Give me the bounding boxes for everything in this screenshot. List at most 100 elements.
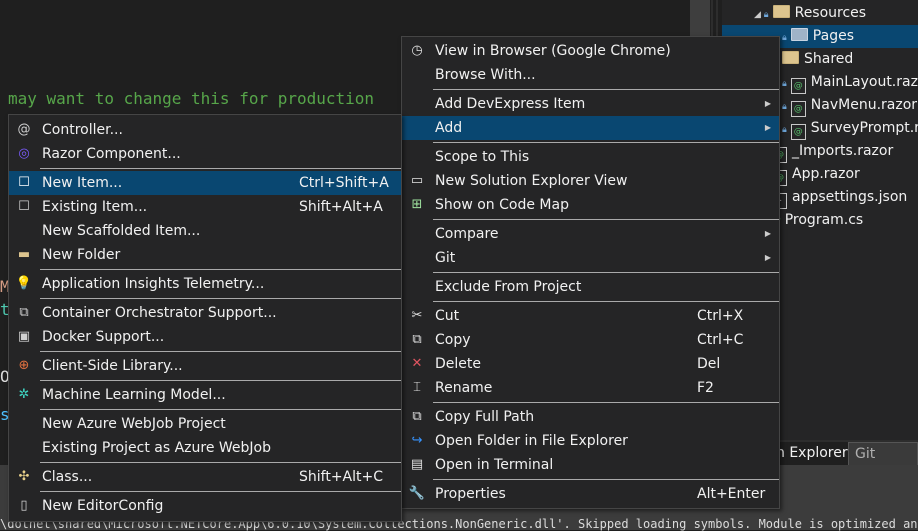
menu-item-scope-to-this[interactable]: Scope to This: [402, 145, 779, 169]
menu-item-cut[interactable]: ✂ Cut Ctrl+X: [402, 304, 779, 328]
menu-item-label: Copy Full Path: [435, 409, 535, 425]
menu-item-copy[interactable]: ⧉ Copy Ctrl+C: [402, 328, 779, 352]
menu-item-docker-support[interactable]: ▣ Docker Support...: [9, 325, 401, 349]
menu-item-open-folder-in-file-explorer[interactable]: ↪ Open Folder in File Explorer: [402, 429, 779, 453]
tab-git-changes[interactable]: Git Chang: [848, 442, 918, 484]
submenu-arrow-icon: ▶: [764, 229, 771, 238]
menu-item-label: Git: [435, 250, 456, 266]
menu-item-label: New EditorConfig: [42, 498, 164, 514]
tab-solution-explorer[interactable]: n Explorer: [770, 442, 854, 465]
menu-separator: [433, 219, 779, 220]
menu-item-class[interactable]: ✣ Class... Shift+Alt+C: [9, 465, 401, 489]
menu-item-exclude-from-project[interactable]: Exclude From Project: [402, 275, 779, 299]
tree-item-imports-razor[interactable]: @_Imports.razor: [772, 140, 893, 163]
client-library-icon: ⊕: [18, 358, 30, 373]
menu-item-label: Rename: [435, 380, 493, 396]
razor-file-icon: @: [790, 124, 806, 140]
menu-item-label: Open Folder in File Explorer: [435, 433, 628, 449]
tree-item-label: Shared: [804, 51, 854, 67]
menu-item-label: Exclude From Project: [435, 279, 582, 295]
scissors-icon: ✂: [411, 308, 423, 323]
menu-item-add[interactable]: Add ▶: [402, 116, 779, 140]
menu-item-razor-component[interactable]: ◎ Razor Component...: [9, 142, 401, 166]
folder-icon: [772, 5, 790, 18]
tree-item-app-razor[interactable]: @App.razor: [772, 163, 860, 186]
menu-separator: [433, 301, 779, 302]
menu-item-container-orchestrator-support[interactable]: ⧉ Container Orchestrator Support...: [9, 301, 401, 325]
menu-item-application-insights-telemetry[interactable]: 💡 Application Insights Telemetry...: [9, 272, 401, 296]
menu-item-delete[interactable]: ✕ Delete Del: [402, 352, 779, 376]
menu-item-new-scaffolded-item[interactable]: New Scaffolded Item...: [9, 219, 401, 243]
tree-item-navmenu-razor[interactable]: 🔒︎ @ NavMenu.razor: [782, 94, 917, 117]
class-icon: ✣: [18, 469, 30, 484]
menu-separator: [40, 491, 401, 492]
new-item-icon: ☐: [18, 175, 30, 190]
razor-component-icon: ◎: [18, 146, 30, 161]
menu-item-new-item[interactable]: ☐ New Item... Ctrl+Shift+A: [9, 171, 401, 195]
menu-item-properties[interactable]: 🔧 Properties Alt+Enter: [402, 482, 779, 506]
razor-file-icon: @: [790, 78, 806, 94]
folder-icon: [782, 51, 799, 64]
expand-arrow-icon[interactable]: ◢: [754, 10, 764, 20]
menu-separator: [40, 409, 401, 410]
tree-item-shared[interactable]: Shared: [782, 48, 853, 71]
menu-separator: [40, 462, 401, 463]
tree-item-appsettings-json[interactable]: }appsettings.json: [772, 186, 907, 209]
menu-item-shortcut: Ctrl+C: [697, 332, 744, 348]
tree-item-label: Program.cs: [784, 212, 864, 228]
tree-item-surveyprompt-razor[interactable]: 🔒︎@SurveyPrompt.razor: [782, 117, 918, 140]
menu-item-label: Existing Item...: [42, 199, 148, 215]
submenu-arrow-icon: ▶: [764, 99, 771, 108]
tree-item-label: _Imports.razor: [792, 143, 894, 159]
tree-item-resources[interactable]: ◢ 🔒︎ Resources: [754, 2, 866, 25]
tree-item-label: appsettings.json: [792, 189, 908, 205]
menu-item-show-on-code-map[interactable]: ⊞ Show on Code Map: [402, 193, 779, 217]
menu-item-label: Cut: [435, 308, 460, 324]
menu-item-new-folder[interactable]: ▬ New Folder: [9, 243, 401, 267]
menu-item-open-in-terminal[interactable]: ▤ Open in Terminal: [402, 453, 779, 477]
razor-file-icon: @: [790, 101, 806, 117]
menu-separator: [40, 298, 401, 299]
menu-item-label: Delete: [435, 356, 481, 372]
menu-item-browse-with[interactable]: Browse With...: [402, 63, 779, 87]
menu-item-label: View in Browser (Google Chrome): [435, 43, 671, 59]
tree-item-label: Resources: [794, 5, 867, 21]
menu-item-compare[interactable]: Compare ▶: [402, 222, 779, 246]
menu-separator: [40, 351, 401, 352]
tree-item-label: SurveyPrompt.razor: [810, 120, 918, 136]
menu-item-view-in-browser-google-chrome[interactable]: ◷ View in Browser (Google Chrome): [402, 39, 779, 63]
open-folder-icon: ↪: [411, 433, 423, 448]
menu-item-label: New Folder: [42, 247, 121, 263]
submenu-arrow-icon: ▶: [764, 253, 771, 262]
tree-item-mainlayout-razor[interactable]: 🔒︎@MainLayout.razor: [782, 71, 918, 94]
menu-separator: [433, 89, 779, 90]
menu-item-client-side-library[interactable]: ⊕ Client-Side Library...: [9, 354, 401, 378]
menu-item-label: Razor Component...: [42, 146, 181, 162]
menu-item-shortcut: Shift+Alt+A: [299, 199, 383, 215]
menu-item-new-azure-webjob-project[interactable]: New Azure WebJob Project: [9, 412, 401, 436]
menu-item-new-editorconfig[interactable]: ▯ New EditorConfig: [9, 494, 401, 518]
menu-item-existing-project-as-azure-webjob[interactable]: Existing Project as Azure WebJob: [9, 436, 401, 460]
menu-item-new-solution-explorer-view[interactable]: ▭ New Solution Explorer View: [402, 169, 779, 193]
tree-item-label: App.razor: [792, 166, 860, 182]
menu-item-rename[interactable]: ⌶ Rename F2: [402, 376, 779, 400]
menu-item-label: Add DevExpress Item: [435, 96, 586, 112]
menu-item-existing-item[interactable]: ☐ Existing Item... Shift+Alt+A: [9, 195, 401, 219]
menu-item-git[interactable]: Git ▶: [402, 246, 779, 270]
tree-item-program-cs[interactable]: # Program.cs: [772, 209, 863, 232]
menu-item-copy-full-path[interactable]: ⧉ Copy Full Path: [402, 405, 779, 429]
new-view-icon: ▭: [410, 173, 424, 188]
menu-item-label: Docker Support...: [42, 329, 165, 345]
editorconfig-icon: ▯: [20, 498, 28, 513]
docker-icon: ▣: [17, 329, 31, 344]
menu-separator: [40, 168, 401, 169]
existing-item-icon: ☐: [18, 199, 30, 214]
menu-item-add-devexpress-item[interactable]: Add DevExpress Item ▶: [402, 92, 779, 116]
menu-item-machine-learning-model[interactable]: ✲ Machine Learning Model...: [9, 383, 401, 407]
code-map-icon: ⊞: [411, 197, 423, 212]
wrench-icon: 🔧: [408, 486, 426, 501]
menu-item-controller[interactable]: @ Controller...: [9, 118, 401, 142]
terminal-icon: ▤: [410, 457, 424, 472]
tree-item-label: NavMenu.razor: [810, 97, 918, 113]
menu-separator: [40, 380, 401, 381]
